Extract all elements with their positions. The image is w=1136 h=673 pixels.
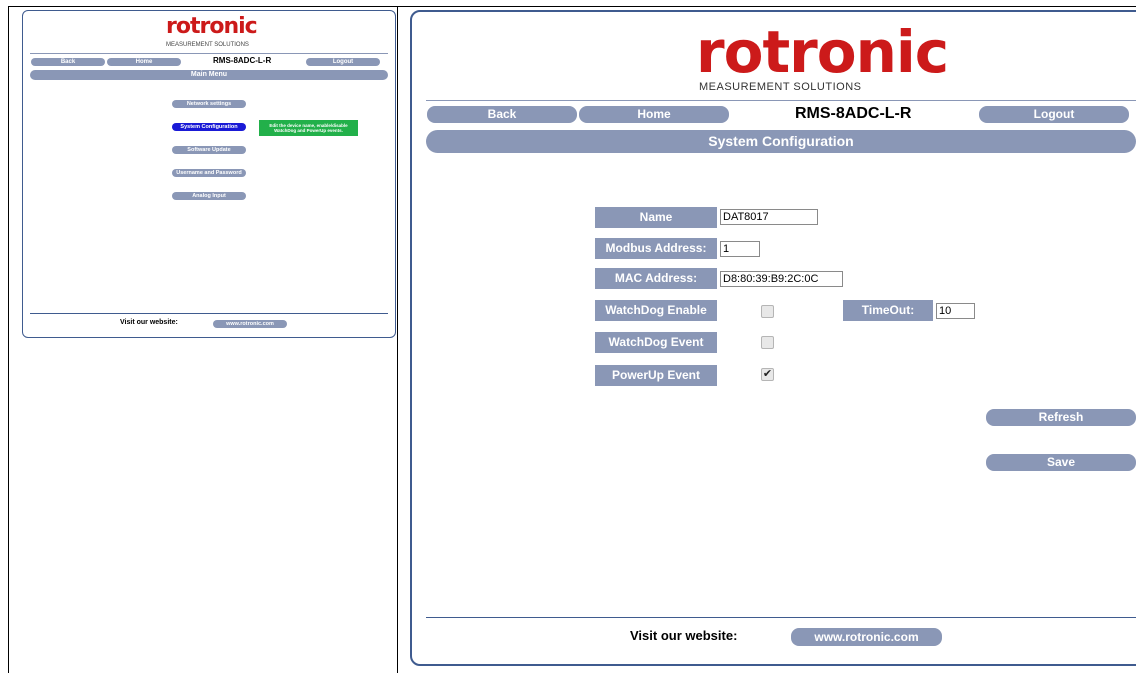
page-border-left (8, 6, 9, 673)
menu-system-configuration[interactable]: System Configuration (172, 123, 246, 131)
left-home-button[interactable]: Home (107, 58, 181, 66)
visit-label: Visit our website: (630, 628, 738, 643)
timeout-label: TimeOut: (843, 300, 933, 321)
watchdog-enable-checkbox[interactable] (761, 305, 774, 318)
timeout-field[interactable]: 10 (936, 303, 975, 319)
logout-button[interactable]: Logout (979, 106, 1129, 123)
home-button[interactable]: Home (579, 106, 729, 123)
brand-logo-small: rotronic (166, 14, 258, 39)
watchdog-event-checkbox[interactable] (761, 336, 774, 349)
save-button[interactable]: Save (986, 454, 1136, 471)
menu-analog-input[interactable]: Analog Input (172, 192, 246, 200)
modbus-address-label: Modbus Address: (595, 238, 717, 259)
left-main-menu-heading: Main Menu (30, 70, 388, 80)
left-footer-rule (30, 313, 388, 314)
brand-tagline: MEASUREMENT SOLUTIONS (699, 81, 862, 93)
left-visit-label: Visit our website: (120, 319, 178, 326)
mac-address-field[interactable]: D8:80:39:B9:2C:0C (720, 271, 843, 287)
page-border-top (8, 6, 1136, 7)
left-header-rule (30, 53, 388, 54)
watchdog-enable-label: WatchDog Enable (595, 300, 717, 321)
watchdog-event-label: WatchDog Event (595, 332, 717, 353)
page-border-right (397, 6, 398, 673)
refresh-button[interactable]: Refresh (986, 409, 1136, 426)
menu-software-update[interactable]: Software Update (172, 146, 246, 154)
left-device-name: RMS-8ADC-L-R (213, 56, 272, 65)
brand-tagline-small: MEASUREMENT SOLUTIONS (166, 42, 249, 48)
device-name: RMS-8ADC-L-R (795, 105, 912, 122)
left-website-link[interactable]: www.rotronic.com (213, 320, 287, 328)
header-rule (426, 100, 1136, 101)
name-field[interactable]: DAT8017 (720, 209, 818, 225)
brand-logo: rotronic (696, 18, 949, 86)
left-logout-button[interactable]: Logout (306, 58, 380, 66)
modbus-address-field[interactable]: 1 (720, 241, 760, 257)
powerup-event-checkbox[interactable]: ✔ (761, 368, 774, 381)
mac-address-label: MAC Address: (595, 268, 717, 289)
left-back-button[interactable]: Back (31, 58, 105, 66)
footer-rule (426, 617, 1136, 618)
page-title: System Configuration (426, 130, 1136, 153)
powerup-event-label: PowerUp Event (595, 365, 717, 386)
menu-network-settings[interactable]: Network settings (172, 100, 246, 108)
name-label: Name (595, 207, 717, 228)
website-link[interactable]: www.rotronic.com (791, 628, 942, 646)
menu-tooltip: Edit the device name, enable/disable Wat… (259, 120, 358, 136)
menu-username-password[interactable]: Username and Password (172, 169, 246, 177)
back-button[interactable]: Back (427, 106, 577, 123)
